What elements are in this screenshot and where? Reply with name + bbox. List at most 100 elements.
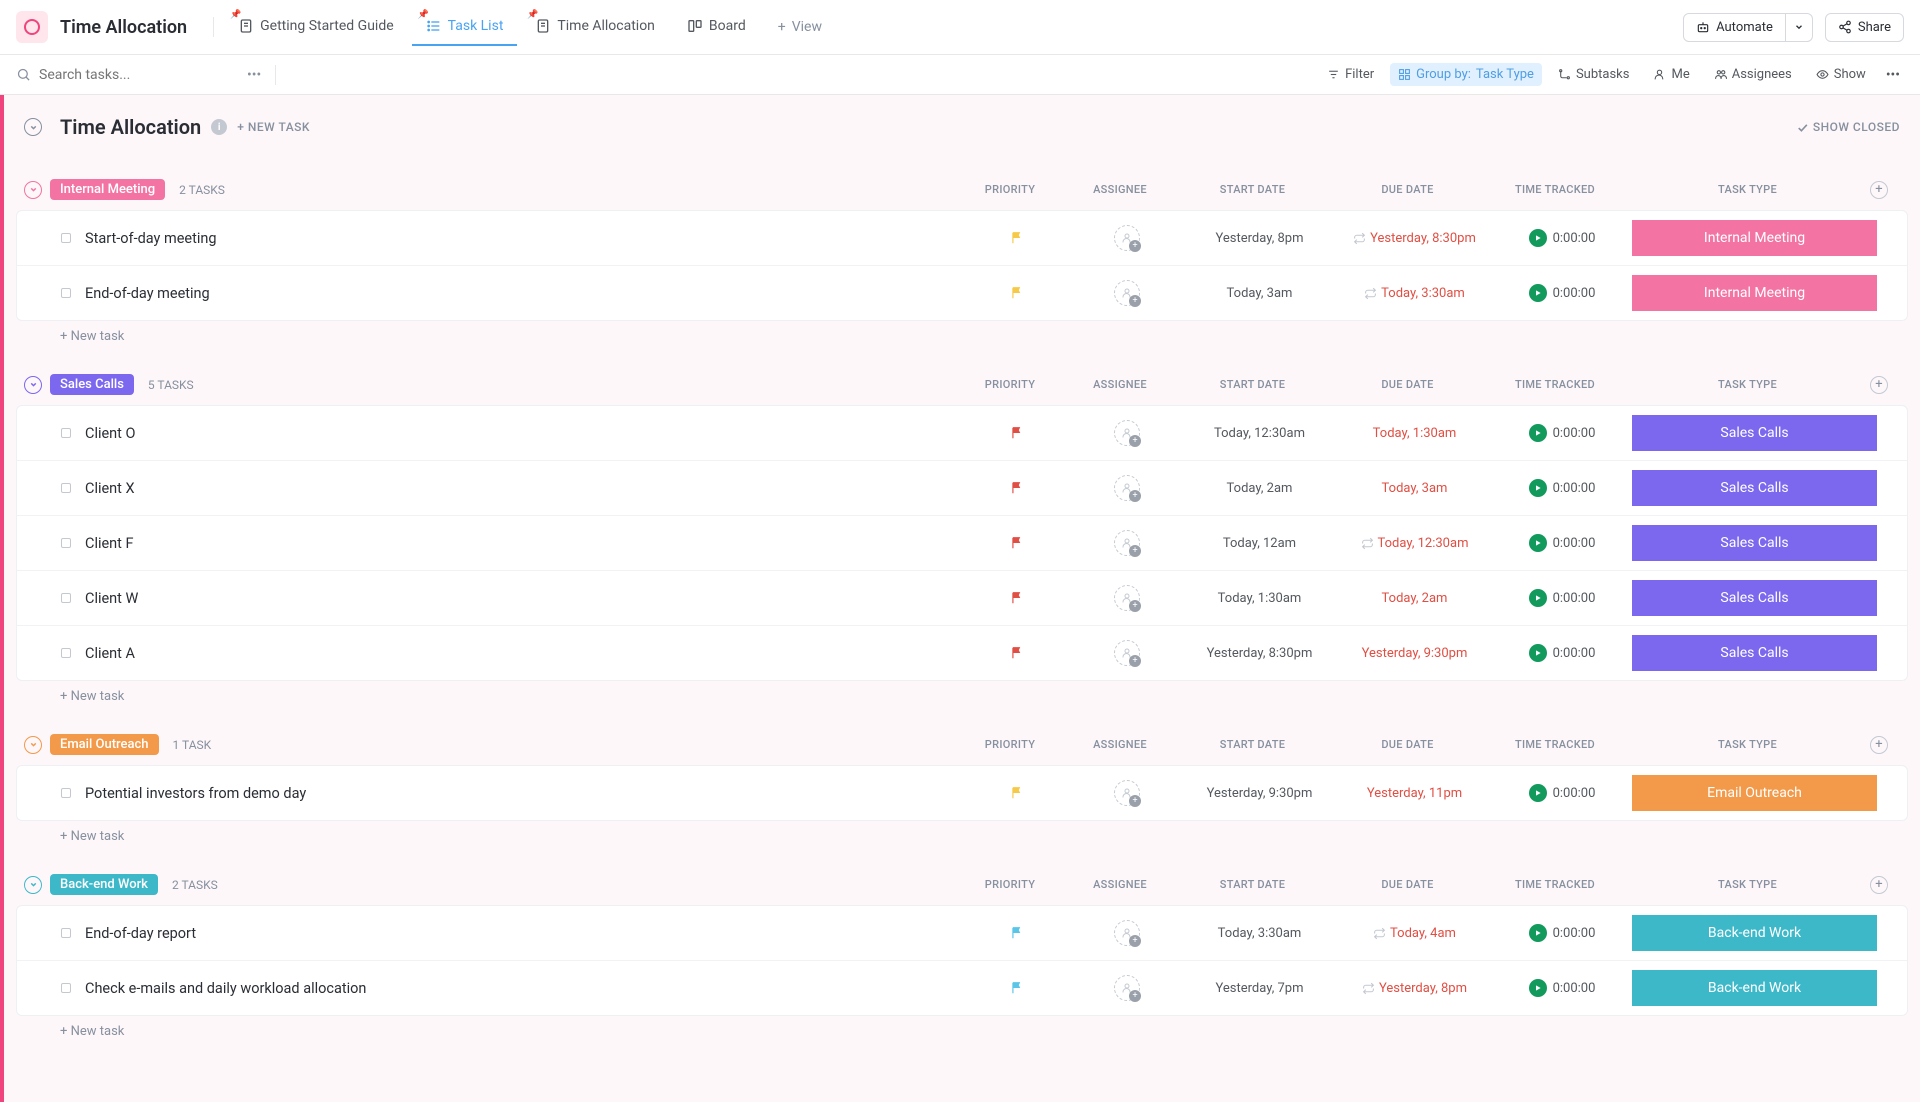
status-checkbox[interactable] — [61, 983, 71, 993]
task-type-chip[interactable]: Email Outreach — [1632, 775, 1877, 811]
tab-task-list[interactable]: 📌 Task List — [412, 8, 518, 46]
task-row[interactable]: Client A + Yesterday, 8:30pm Yesterday, … — [17, 626, 1907, 680]
new-task-button[interactable]: + New task — [16, 321, 1908, 348]
tab-getting-started[interactable]: 📌 Getting Started Guide — [224, 8, 408, 46]
col-header-time[interactable]: TIME TRACKED — [1485, 183, 1625, 196]
start-date[interactable]: Today, 3am — [1227, 286, 1293, 301]
play-button[interactable] — [1529, 284, 1547, 302]
show-button[interactable]: Show — [1808, 63, 1874, 86]
task-type-chip[interactable]: Sales Calls — [1632, 415, 1877, 451]
start-date[interactable]: Yesterday, 8:30pm — [1207, 646, 1313, 661]
task-row[interactable]: Client O + Today, 12:30am Today, 1:30am … — [17, 406, 1907, 461]
group-collapse-button[interactable] — [24, 876, 42, 894]
due-date[interactable]: Today, 3am — [1382, 481, 1448, 496]
add-column-button[interactable]: + — [1870, 376, 1900, 394]
status-checkbox[interactable] — [61, 538, 71, 548]
group-collapse-button[interactable] — [24, 736, 42, 754]
status-checkbox[interactable] — [61, 288, 71, 298]
task-row[interactable]: End-of-day report + Today, 3:30am Today,… — [17, 906, 1907, 961]
col-header-start[interactable]: START DATE — [1175, 183, 1330, 196]
assignee-placeholder[interactable]: + — [1114, 475, 1140, 501]
col-header-due[interactable]: DUE DATE — [1330, 183, 1485, 196]
assignee-placeholder[interactable]: + — [1114, 225, 1140, 251]
priority-cell[interactable] — [962, 286, 1072, 300]
task-name[interactable]: Start-of-day meeting — [85, 230, 962, 247]
more-options-icon[interactable]: ••• — [1882, 67, 1904, 83]
new-task-button[interactable]: + New task — [16, 1016, 1908, 1043]
workspace-logo[interactable] — [16, 11, 48, 43]
tab-board[interactable]: Board — [673, 8, 760, 46]
play-button[interactable] — [1529, 229, 1547, 247]
col-header-type[interactable]: TASK TYPE — [1625, 183, 1870, 196]
task-name[interactable]: Client W — [85, 590, 962, 607]
group-name-chip[interactable]: Internal Meeting — [50, 179, 165, 200]
assignee-placeholder[interactable]: + — [1114, 780, 1140, 806]
priority-cell[interactable] — [962, 231, 1072, 245]
group-name-chip[interactable]: Back-end Work — [50, 874, 158, 895]
due-date[interactable]: Today, 1:30am — [1373, 426, 1457, 441]
col-header-due[interactable]: DUE DATE — [1330, 738, 1485, 751]
info-icon[interactable]: i — [211, 119, 227, 135]
group-name-chip[interactable]: Email Outreach — [50, 734, 159, 755]
due-date[interactable]: Today, 4am — [1390, 926, 1456, 941]
group-by-button[interactable]: Group by: Task Type — [1390, 63, 1542, 86]
status-checkbox[interactable] — [61, 428, 71, 438]
col-header-due[interactable]: DUE DATE — [1330, 878, 1485, 891]
share-button[interactable]: Share — [1825, 13, 1904, 42]
col-header-type[interactable]: TASK TYPE — [1625, 378, 1870, 391]
automate-dropdown[interactable] — [1786, 13, 1813, 42]
status-checkbox[interactable] — [61, 928, 71, 938]
task-type-chip[interactable]: Sales Calls — [1632, 635, 1877, 671]
add-column-button[interactable]: + — [1870, 181, 1900, 199]
start-date[interactable]: Today, 12am — [1223, 536, 1296, 551]
col-header-assignee[interactable]: ASSIGNEE — [1065, 878, 1175, 891]
priority-cell[interactable] — [962, 646, 1072, 660]
status-checkbox[interactable] — [61, 648, 71, 658]
col-header-time[interactable]: TIME TRACKED — [1485, 738, 1625, 751]
play-button[interactable] — [1529, 979, 1547, 997]
task-row[interactable]: Start-of-day meeting + Yesterday, 8pm Ye… — [17, 211, 1907, 266]
col-header-assignee[interactable]: ASSIGNEE — [1065, 378, 1175, 391]
assignee-placeholder[interactable]: + — [1114, 420, 1140, 446]
play-button[interactable] — [1529, 479, 1547, 497]
subtasks-button[interactable]: Subtasks — [1550, 63, 1638, 86]
task-name[interactable]: Client X — [85, 480, 962, 497]
task-type-chip[interactable]: Internal Meeting — [1632, 275, 1877, 311]
priority-cell[interactable] — [962, 481, 1072, 495]
status-checkbox[interactable] — [61, 593, 71, 603]
priority-cell[interactable] — [962, 426, 1072, 440]
assignee-placeholder[interactable]: + — [1114, 640, 1140, 666]
start-date[interactable]: Yesterday, 9:30pm — [1207, 786, 1313, 801]
task-name[interactable]: Client O — [85, 425, 962, 442]
new-task-header-button[interactable]: + NEW TASK — [237, 120, 310, 134]
play-button[interactable] — [1529, 534, 1547, 552]
priority-cell[interactable] — [962, 591, 1072, 605]
play-button[interactable] — [1529, 424, 1547, 442]
start-date[interactable]: Yesterday, 8pm — [1216, 231, 1304, 246]
task-type-chip[interactable]: Sales Calls — [1632, 580, 1877, 616]
col-header-priority[interactable]: PRIORITY — [955, 738, 1065, 751]
task-type-chip[interactable]: Back-end Work — [1632, 915, 1877, 951]
due-date[interactable]: Yesterday, 8pm — [1379, 981, 1467, 996]
start-date[interactable]: Today, 1:30am — [1218, 591, 1302, 606]
play-button[interactable] — [1529, 644, 1547, 662]
task-row[interactable]: Potential investors from demo day + Yest… — [17, 766, 1907, 820]
assignee-placeholder[interactable]: + — [1114, 280, 1140, 306]
task-name[interactable]: End-of-day report — [85, 925, 962, 942]
col-header-start[interactable]: START DATE — [1175, 378, 1330, 391]
assignee-placeholder[interactable]: + — [1114, 530, 1140, 556]
assignee-placeholder[interactable]: + — [1114, 920, 1140, 946]
new-task-button[interactable]: + New task — [16, 681, 1908, 708]
task-name[interactable]: Potential investors from demo day — [85, 785, 962, 802]
add-column-button[interactable]: + — [1870, 876, 1900, 894]
task-row[interactable]: Client X + Today, 2am Today, 3am 0:00:00… — [17, 461, 1907, 516]
col-header-assignee[interactable]: ASSIGNEE — [1065, 183, 1175, 196]
task-name[interactable]: End-of-day meeting — [85, 285, 962, 302]
due-date[interactable]: Yesterday, 11pm — [1367, 786, 1462, 801]
task-type-chip[interactable]: Internal Meeting — [1632, 220, 1877, 256]
group-collapse-button[interactable] — [24, 181, 42, 199]
status-checkbox[interactable] — [61, 483, 71, 493]
start-date[interactable]: Today, 12:30am — [1214, 426, 1305, 441]
assignees-button[interactable]: Assignees — [1706, 63, 1800, 86]
due-date[interactable]: Today, 12:30am — [1378, 536, 1469, 551]
